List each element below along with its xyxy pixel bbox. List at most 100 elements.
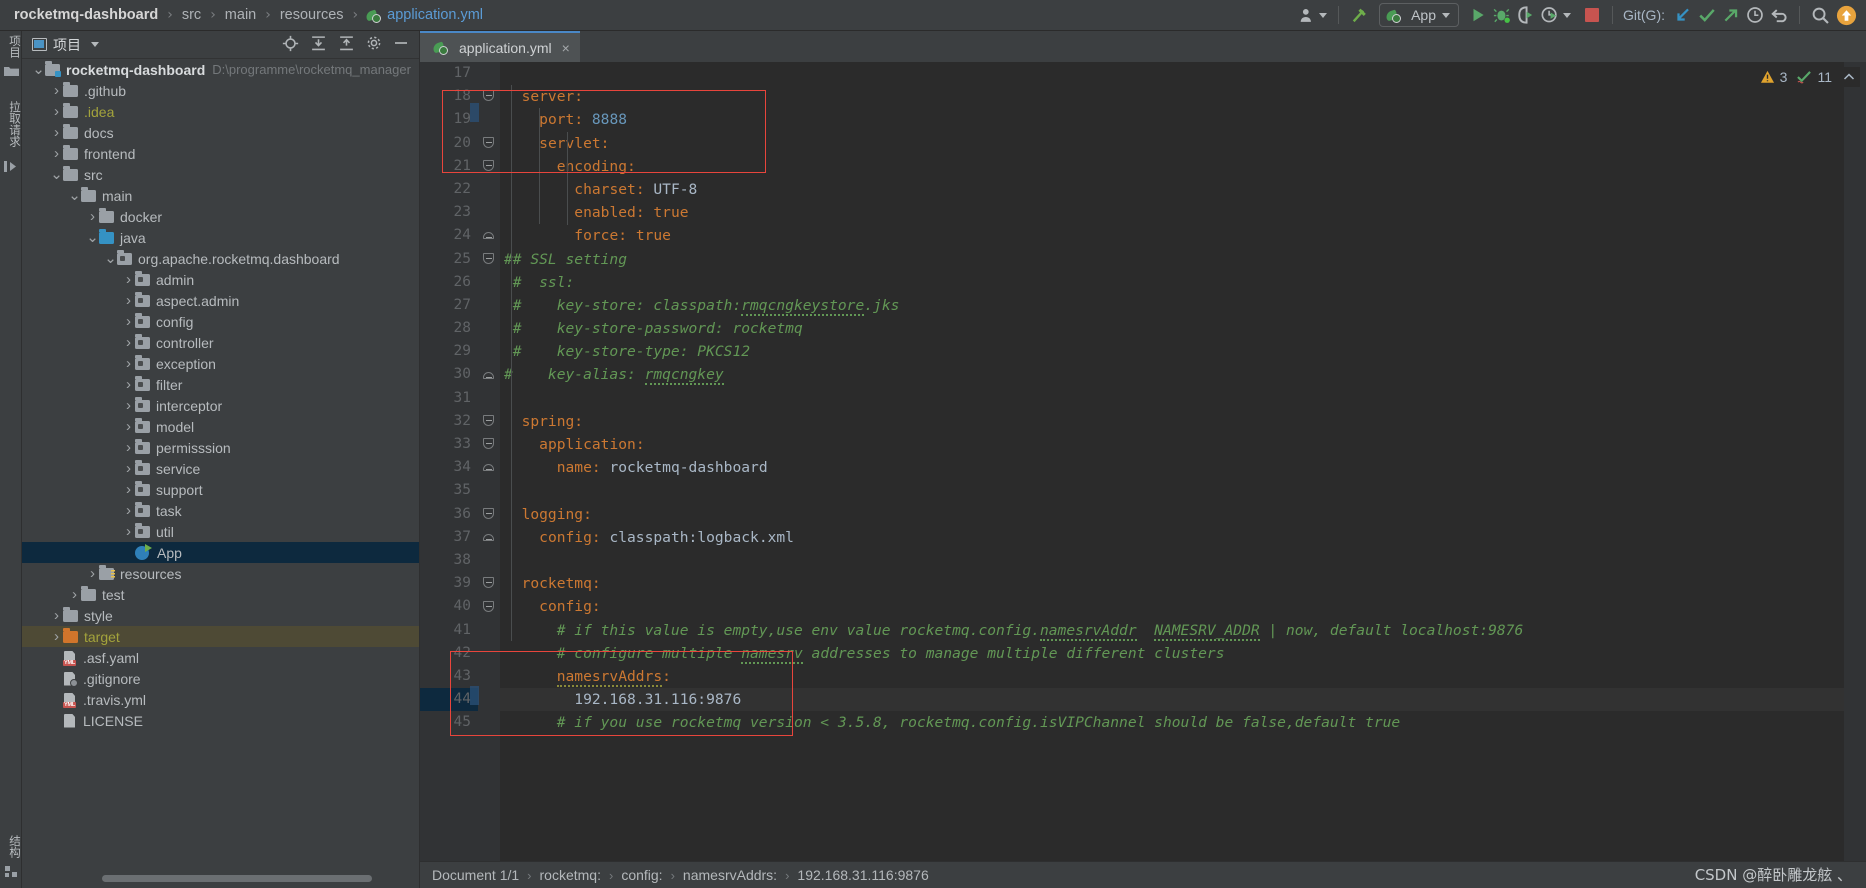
close-icon[interactable]: × (562, 40, 570, 56)
tree-node-java[interactable]: ⌄ java (22, 227, 419, 248)
locate-target-icon[interactable] (282, 35, 299, 55)
chevron-right-icon[interactable]: › (122, 460, 135, 477)
chevron-right-icon[interactable]: › (122, 313, 135, 330)
user-account-icon[interactable] (1296, 3, 1330, 27)
code-line[interactable]: 192.168.31.116:9876 (500, 688, 1866, 712)
tree-node-util[interactable]: › util (22, 521, 419, 542)
code-line[interactable]: ## SSL setting (500, 248, 1866, 271)
tree-node-support[interactable]: › support (22, 479, 419, 500)
tree-node-app[interactable]: App (22, 542, 419, 563)
tree-node--idea[interactable]: › .idea (22, 101, 419, 122)
chevron-right-icon[interactable]: › (122, 397, 135, 414)
search-magnifier-icon[interactable] (1808, 3, 1833, 27)
tree-node-resources[interactable]: › resources (22, 563, 419, 584)
tree-node-main[interactable]: ⌄ main (22, 185, 419, 206)
project-tree[interactable]: ⌄ rocketmq-dashboard D:\programme\rocketmq… (22, 59, 419, 876)
tree-node-filter[interactable]: › filter (22, 374, 419, 395)
tool-window-tab-structure[interactable]: 结构 (0, 831, 22, 862)
tree-node-org-apache-rocketmq-dashboard[interactable]: ⌄ org.apache.rocketmq.dashboard (22, 248, 419, 269)
code-line[interactable]: enabled: true (500, 201, 1866, 224)
code-line[interactable] (500, 62, 1866, 85)
git-history-clock-icon[interactable] (1743, 3, 1767, 27)
tree-node-license[interactable]: LICENSE (22, 710, 419, 731)
status-path-value[interactable]: 192.168.31.116:9876 (797, 867, 928, 883)
code-editor[interactable]: 17 18 19 20 21 22 23 24 25 26 27 28 29 30 31 32 33 34 35 36… (420, 62, 1866, 861)
settings-gear-icon[interactable] (366, 35, 382, 54)
chevron-right-icon[interactable]: › (50, 124, 63, 141)
status-path-rocketmq[interactable]: rocketmq: (540, 867, 601, 883)
chevron-right-icon[interactable]: › (122, 355, 135, 372)
fold-collapse-icon[interactable] (482, 90, 495, 103)
code-line[interactable]: logging: (500, 503, 1866, 526)
update-notification-icon[interactable] (1833, 3, 1860, 27)
fold-collapse-icon[interactable] (482, 438, 495, 451)
tree-node-test[interactable]: › test (22, 584, 419, 605)
chevron-right-icon[interactable]: › (122, 502, 135, 519)
chevron-right-icon[interactable]: › (50, 82, 63, 99)
chevron-right-icon[interactable]: › (122, 439, 135, 456)
project-tree-horizontal-scrollbar[interactable] (102, 875, 372, 882)
chevron-down-icon[interactable]: ⌄ (32, 62, 45, 77)
code-line[interactable]: # configure multiple namesrv addresses t… (500, 642, 1866, 665)
editor-tab-application-yml[interactable]: application.yml × (420, 31, 580, 62)
code-line[interactable]: # key-store: classpath:rmqcngkeystore.jk… (500, 294, 1866, 317)
chevron-down-icon[interactable] (91, 42, 99, 47)
status-path-config[interactable]: config: (621, 867, 662, 883)
chevron-right-icon[interactable]: › (50, 103, 63, 120)
tree-node-style[interactable]: › style (22, 605, 419, 626)
chevron-right-icon[interactable]: › (68, 586, 81, 603)
chevron-right-icon[interactable]: › (86, 208, 99, 225)
tree-node-controller[interactable]: › controller (22, 332, 419, 353)
hide-minus-icon[interactable] (393, 35, 409, 54)
tree-node-rocketmq-dashboard[interactable]: ⌄ rocketmq-dashboard D:\programme\rocketmq… (22, 59, 419, 80)
tree-node--gitignore[interactable]: .gitignore (22, 668, 419, 689)
git-commit-check-icon[interactable] (1695, 3, 1719, 27)
folder-icon[interactable] (0, 62, 22, 83)
run-configuration-selector[interactable]: App (1379, 3, 1459, 27)
code-line[interactable]: server: (500, 85, 1866, 108)
tool-window-tab-project[interactable]: 项目 (0, 31, 22, 62)
fold-collapse-icon[interactable] (482, 600, 495, 614)
code-line[interactable]: encoding: (500, 155, 1866, 178)
code-line[interactable]: # if you use rocketmq version < 3.5.8, r… (500, 711, 1866, 734)
fold-end-icon[interactable] (482, 229, 495, 242)
tree-node-admin[interactable]: › admin (22, 269, 419, 290)
chevron-down-icon[interactable]: ⌄ (68, 188, 81, 203)
git-rollback-icon[interactable] (1767, 3, 1791, 27)
code-line[interactable]: servlet: (500, 132, 1866, 155)
code-line[interactable]: # key-store-type: PKCS12 (500, 340, 1866, 363)
commit-icon[interactable] (0, 157, 22, 179)
status-path-namesrvaddrs[interactable]: namesrvAddrs: (683, 867, 777, 883)
code-line[interactable]: rocketmq: (500, 572, 1866, 595)
code-line[interactable]: config: (500, 595, 1866, 618)
profiler-clock-icon[interactable] (1538, 3, 1574, 27)
code-line[interactable] (500, 549, 1866, 572)
expand-all-icon[interactable] (310, 35, 327, 55)
fold-collapse-icon[interactable] (482, 507, 495, 521)
breadcrumb-item-resources[interactable]: resources (278, 7, 346, 23)
chevron-right-icon[interactable]: › (50, 628, 63, 645)
inspection-sidebar[interactable] (1844, 62, 1866, 861)
run-with-coverage-icon[interactable] (1514, 3, 1538, 27)
structure-icon[interactable] (0, 862, 22, 884)
code-line[interactable]: # key-alias: rmqcngkey (500, 363, 1866, 386)
inspection-status-widget[interactable]: 3 11 (1755, 67, 1860, 87)
tree-node-frontend[interactable]: › frontend (22, 143, 419, 164)
breadcrumb-item-file[interactable]: application.yml (385, 7, 485, 23)
fold-end-icon[interactable] (482, 461, 495, 474)
collapse-all-icon[interactable] (338, 35, 355, 55)
chevron-down-icon[interactable]: ⌄ (86, 230, 99, 245)
fold-collapse-icon[interactable] (482, 252, 495, 266)
fold-end-icon[interactable] (482, 531, 495, 544)
fold-collapse-icon[interactable] (482, 577, 495, 590)
code-line[interactable]: application: (500, 433, 1866, 456)
tree-node-src[interactable]: ⌄ src (22, 164, 419, 185)
tree-node-service[interactable]: › service (22, 458, 419, 479)
status-document-position[interactable]: Document 1/1 (432, 867, 519, 883)
code-line[interactable]: name: rocketmq-dashboard (500, 456, 1866, 479)
tree-node-interceptor[interactable]: › interceptor (22, 395, 419, 416)
code-line[interactable]: config: classpath:logback.xml (500, 526, 1866, 549)
tree-node-model[interactable]: › model (22, 416, 419, 437)
tree-node-task[interactable]: › task (22, 500, 419, 521)
code-line[interactable]: port: 8888 (500, 108, 1866, 131)
